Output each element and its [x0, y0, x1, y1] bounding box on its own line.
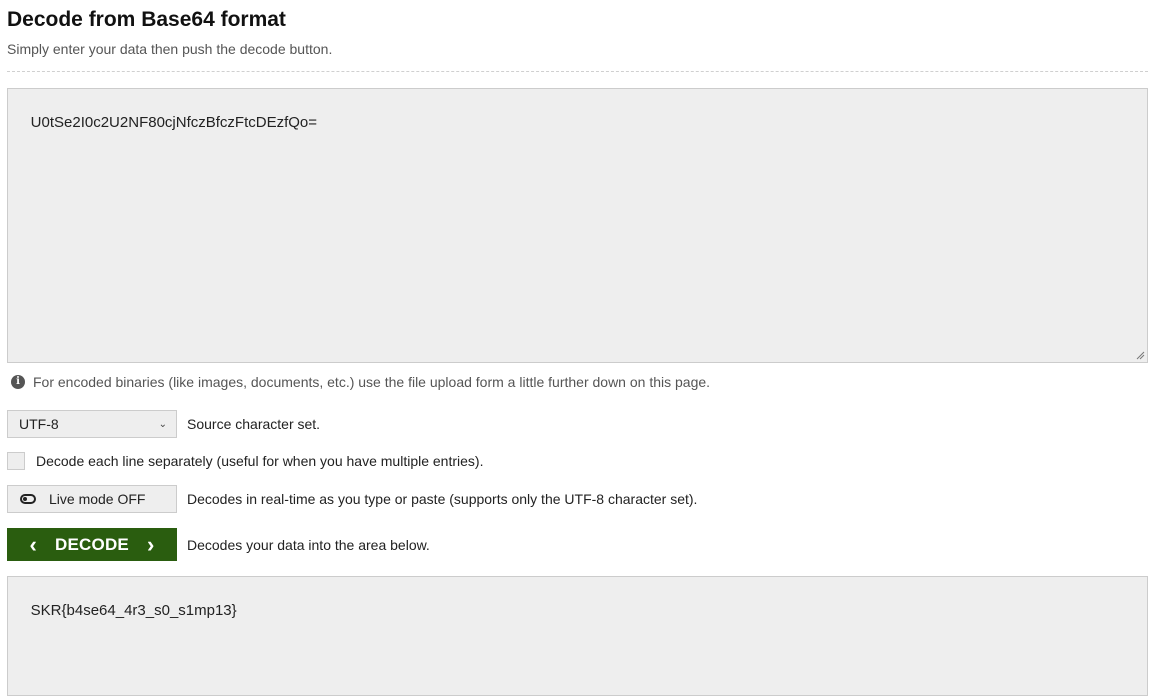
- charset-label: Source character set.: [187, 416, 321, 432]
- page-subtitle: Simply enter your data then push the dec…: [7, 41, 333, 57]
- toggle-off-icon: [20, 494, 36, 504]
- output-textarea[interactable]: SKR{b4se64_4r3_s0_s1mp13}: [7, 576, 1148, 696]
- decode-lines-label[interactable]: Decode each line separately (useful for …: [36, 453, 483, 469]
- line-option-row: Decode each line separately (useful for …: [7, 452, 483, 470]
- decode-lines-checkbox[interactable]: [7, 452, 25, 470]
- decode-row: ‹ DECODE › Decodes your data into the ar…: [7, 528, 430, 561]
- decode-button[interactable]: ‹ DECODE ›: [7, 528, 177, 561]
- charset-select[interactable]: UTF-8 ⌄: [7, 410, 177, 438]
- info-text: For encoded binaries (like images, docum…: [33, 374, 711, 390]
- chevron-left-icon: ‹: [29, 531, 38, 557]
- page-title: Decode from Base64 format: [7, 8, 286, 31]
- decode-button-label: DECODE: [55, 534, 129, 554]
- live-mode-button-label: Live mode OFF: [49, 491, 146, 507]
- live-mode-button[interactable]: Live mode OFF: [7, 485, 177, 513]
- divider: [7, 71, 1148, 72]
- input-textarea[interactable]: U0tSe2I0c2U2NF80cjNfczBfczFtcDEzfQo=: [7, 88, 1148, 363]
- decode-description: Decodes your data into the area below.: [187, 536, 430, 553]
- charset-row: UTF-8 ⌄ Source character set.: [7, 410, 320, 438]
- resize-handle-icon[interactable]: [1135, 350, 1145, 360]
- chevron-down-icon: ⌄: [158, 418, 167, 430]
- input-text: U0tSe2I0c2U2NF80cjNfczBfczFtcDEzfQo=: [30, 114, 318, 131]
- live-mode-description: Decodes in real-time as you type or past…: [187, 491, 698, 507]
- charset-selected-value: UTF-8: [19, 416, 59, 432]
- live-mode-row: Live mode OFF Decodes in real-time as yo…: [7, 485, 697, 513]
- output-text: SKR{b4se64_4r3_s0_s1mp13}: [30, 602, 237, 619]
- chevron-right-icon: ›: [146, 531, 155, 557]
- info-note: i For encoded binaries (like images, doc…: [11, 374, 710, 390]
- info-icon: i: [11, 375, 25, 389]
